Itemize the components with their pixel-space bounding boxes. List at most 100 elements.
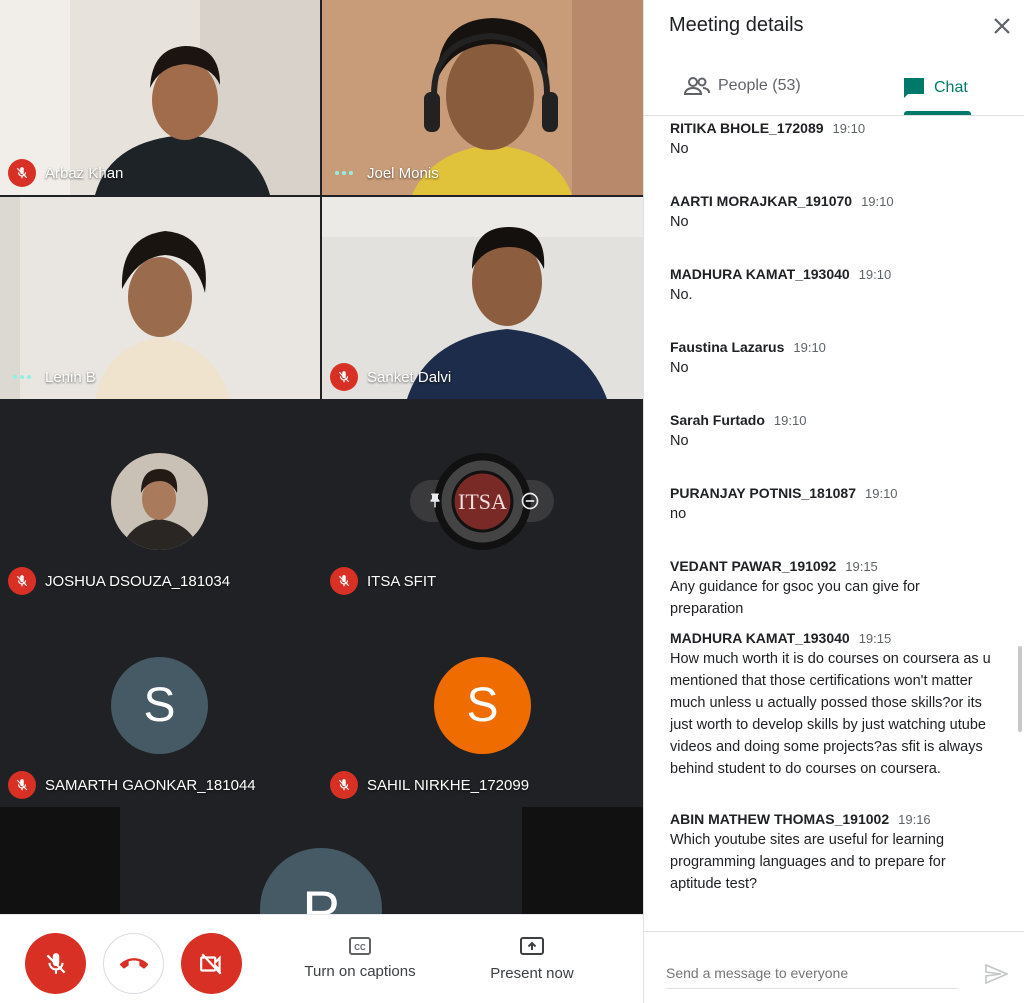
message-sender: Sarah Furtado: [670, 412, 765, 428]
participant-tile[interactable]: Sanket Dalvi: [322, 197, 643, 399]
participant-tile[interactable]: Joel Monis: [322, 0, 643, 195]
mic-off-icon: [8, 159, 36, 187]
chat-message: Faustina Lazarus 19:10 No: [670, 339, 995, 379]
itsa-logo: ITSA: [434, 453, 531, 550]
participant-name: SAHIL NIRKHE_172099: [367, 776, 530, 794]
mic-off-icon: [330, 567, 358, 595]
hang-up-icon: [119, 957, 148, 969]
avatar-initial: S: [466, 679, 499, 732]
message-input[interactable]: [666, 965, 966, 981]
microphone-toggle-button[interactable]: [25, 933, 86, 994]
closed-captions-icon: CC: [349, 937, 371, 955]
leave-call-button[interactable]: [103, 933, 164, 994]
message-sender: VEDANT PAWAR_191092: [670, 558, 837, 574]
mic-off-icon: [8, 771, 36, 799]
message-time: 19:10: [861, 194, 894, 209]
message-sender: AARTI MORAJKAR_191070: [670, 193, 853, 209]
speaking-indicator-icon: [330, 159, 358, 187]
message-text: No: [670, 433, 689, 449]
participant-tile[interactable]: JOSHUA DSOUZA_181034: [0, 399, 320, 603]
captions-label: Turn on captions: [304, 963, 416, 980]
participant-name: Sanket Dalvi: [367, 368, 452, 386]
message-text: Any guidance for gsoc you can give for p…: [670, 579, 920, 617]
present-label: Present now: [490, 965, 574, 982]
chat-message: PURANJAY POTNIS_181087 19:10 no: [670, 485, 995, 525]
chat-message: VEDANT PAWAR_191092 19:15 Any guidance fo…: [670, 558, 995, 620]
remove-icon[interactable]: [520, 491, 540, 516]
speaking-indicator-icon: [8, 363, 36, 391]
mic-off-icon: [330, 363, 358, 391]
avatar-initial: P: [302, 879, 340, 914]
avatar-initial: S: [143, 679, 176, 732]
message-text: Which youtube sites are useful for learn…: [670, 832, 946, 892]
avatar: S: [434, 657, 531, 754]
message-sender: MADHURA KAMAT_193040: [670, 266, 850, 282]
message-sender: RITIKA BHOLE_172089: [670, 120, 824, 136]
itsa-logo-text: ITSA: [458, 489, 507, 514]
camera-toggle-button[interactable]: [181, 933, 242, 994]
message-sender: ABIN MATHEW THOMAS_191002: [670, 811, 890, 827]
avatar: [111, 453, 208, 550]
message-text: no: [670, 506, 687, 522]
participant-name: Lenin B: [45, 368, 96, 386]
participant-tile[interactable]: S SAHIL NIRKHE_172099: [322, 603, 643, 807]
close-icon[interactable]: [990, 14, 1014, 38]
participant-tile[interactable]: ITSA ITSA SFIT: [322, 399, 643, 603]
tab-chat-label: Chat: [934, 79, 968, 96]
message-time: 19:10: [832, 121, 866, 136]
participant-tile[interactable]: Arbaz Khan: [0, 0, 320, 195]
tab-people[interactable]: People (53): [684, 76, 801, 96]
mic-off-icon: [330, 771, 358, 799]
mic-off-icon: [46, 952, 65, 974]
chat-message: MADHURA KAMAT_193040 19:10 No.: [670, 266, 995, 306]
chat-message-list[interactable]: RITIKA BHOLE_172089 19:10 No AARTI MORAJK…: [644, 116, 1024, 931]
mic-off-icon: [8, 567, 36, 595]
chat-message: MADHURA KAMAT_193040 19:15 How much worth…: [670, 630, 995, 780]
pin-icon[interactable]: [426, 491, 444, 516]
chat-message: ABIN MATHEW THOMAS_191002 19:16 Which you…: [670, 811, 995, 895]
video-grid: Arbaz Khan Joel Monis Lenin B Sanket Dal…: [0, 0, 643, 914]
message-time: 19:10: [793, 340, 826, 355]
message-text: How much worth it is do courses on cours…: [670, 651, 991, 777]
participant-name: Arbaz Khan: [45, 164, 124, 182]
message-sender: Faustina Lazarus: [670, 339, 785, 355]
tab-chat[interactable]: Chat: [902, 76, 968, 100]
message-text: No: [670, 360, 689, 376]
people-icon: [684, 77, 710, 95]
send-icon[interactable]: [984, 962, 1008, 986]
message-time: 19:10: [858, 267, 892, 282]
message-text: No: [670, 141, 689, 157]
present-now-button[interactable]: Present now: [489, 937, 575, 982]
message-sender: PURANJAY POTNIS_181087: [670, 485, 856, 501]
message-composer: [644, 931, 1024, 1003]
message-time: 19:15: [858, 631, 892, 646]
chat-message: RITIKA BHOLE_172089 19:10 No: [670, 120, 995, 160]
svg-text:CC: CC: [354, 943, 366, 952]
call-controls-bar: CC Turn on captions Present now: [0, 914, 643, 1003]
message-time: 19:10: [773, 413, 807, 428]
message-time: 19:16: [898, 812, 931, 827]
message-time: 19:10: [865, 486, 898, 501]
message-text: No: [670, 214, 689, 230]
present-screen-icon: [520, 937, 544, 955]
chat-scrollbar[interactable]: [1018, 646, 1022, 732]
captions-button[interactable]: CC Turn on captions: [303, 937, 417, 980]
avatar: S: [111, 657, 208, 754]
participant-name: ITSA SFIT: [367, 572, 437, 590]
panel-title: Meeting details: [669, 14, 804, 36]
input-underline: [666, 988, 958, 989]
participant-name: Joel Monis: [367, 164, 439, 182]
participant-name: SAMARTH GAONKAR_181044: [45, 776, 256, 794]
chat-icon: [904, 78, 924, 98]
message-time: 19:15: [845, 559, 878, 574]
participant-tile[interactable]: P: [0, 807, 643, 914]
participant-name: JOSHUA DSOUZA_181034: [45, 572, 231, 590]
tab-people-label: People (53): [718, 77, 801, 94]
chat-message: AARTI MORAJKAR_191070 19:10 No: [670, 193, 995, 233]
meeting-details-panel: Meeting details People (53) Chat RITIKA …: [643, 0, 1024, 1003]
chat-message: Sarah Furtado 19:10 No: [670, 412, 995, 452]
message-text: No.: [670, 287, 693, 303]
participant-tile[interactable]: Lenin B: [0, 197, 320, 399]
message-sender: MADHURA KAMAT_193040: [670, 630, 850, 646]
participant-tile[interactable]: S SAMARTH GAONKAR_181044: [0, 603, 320, 807]
